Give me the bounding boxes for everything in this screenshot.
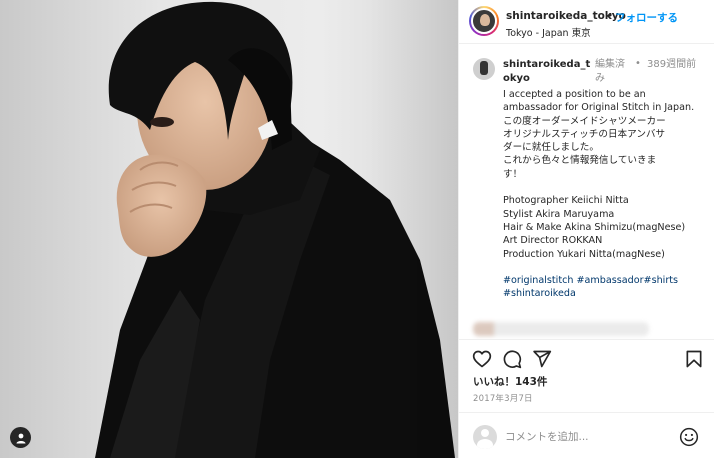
caption-avatar[interactable]	[473, 58, 495, 80]
caption-line: I accepted a position to be an	[503, 89, 646, 100]
header-separator: •	[607, 10, 614, 22]
emoji-icon[interactable]	[679, 427, 699, 447]
hashtag-link[interactable]: #ambassador	[577, 275, 644, 286]
blurred-comment	[473, 322, 649, 336]
comment-button[interactable]	[501, 348, 523, 370]
save-button[interactable]	[683, 348, 705, 370]
share-icon	[533, 350, 552, 368]
credit-line: Production Yukari Nitta(magNese)	[503, 248, 665, 260]
caption-line: ダーに就任しました。	[503, 142, 599, 154]
post-header: shintaroikeda_tokyo • フォローする Tokyo - Jap…	[459, 0, 714, 44]
photo-shade	[368, 0, 458, 458]
person-icon	[16, 433, 25, 443]
comment-bar	[459, 412, 714, 458]
follow-button[interactable]: フォローする	[615, 10, 678, 25]
caption-line: ambassador for Original Stitch in Japan.	[503, 102, 695, 114]
caption-line: す！	[503, 168, 523, 180]
hashtag-row: #originalstitch #ambassador#shirts	[503, 274, 703, 287]
caption-line: これから色々と情報発信していきま	[503, 155, 657, 167]
caption-line: この度オーダーメイドシャツメーカー	[503, 115, 666, 127]
comments-area[interactable]: shintaroikeda_tokyo 編集済み • 389週間前 I acce…	[459, 44, 714, 339]
caption-username[interactable]: shintaroikeda_tokyo	[503, 58, 595, 86]
credit-line: Art Director ROKKAN	[503, 235, 603, 247]
header-avatar[interactable]	[469, 6, 499, 36]
post-sidebar: shintaroikeda_tokyo • フォローする Tokyo - Jap…	[458, 0, 714, 458]
post-actions: いいね！143件 2017年3月7日	[459, 339, 714, 458]
caption-time[interactable]: 389週間前	[647, 58, 705, 72]
person-tag-button[interactable]	[10, 427, 31, 448]
post-photo[interactable]	[0, 0, 458, 458]
comment-input[interactable]	[505, 427, 665, 447]
credit-line: Stylist Akira Maruyama	[503, 208, 615, 220]
post-date[interactable]: 2017年3月7日	[473, 392, 533, 404]
comment-icon	[503, 350, 522, 369]
heart-icon	[472, 350, 492, 368]
caption-text: I accepted a position to be an ambassado…	[503, 88, 703, 301]
like-button[interactable]	[471, 348, 493, 370]
hashtag-link[interactable]: #originalstitch	[503, 275, 573, 286]
hashtag-row: #shintaroikeda	[503, 287, 703, 300]
credit-line: Hair & Make Akina Shimizu(magNese)	[503, 221, 686, 233]
caption-edited-label: 編集済み	[595, 59, 625, 84]
hashtag-link[interactable]: #shirts	[644, 275, 679, 286]
credit-line: Photographer Keiichi Nitta	[503, 195, 629, 207]
bookmark-icon	[686, 350, 702, 368]
share-button[interactable]	[531, 348, 553, 370]
caption-separator: •	[635, 58, 641, 69]
likes-count[interactable]: いいね！143件	[473, 374, 547, 389]
hashtag-link[interactable]: #shintaroikeda	[503, 288, 576, 299]
location-link[interactable]: Tokyo - Japan 東京	[506, 25, 591, 39]
caption-line: オリジナルスティッチの日本アンバサ	[503, 128, 666, 140]
viewer-avatar	[473, 425, 497, 449]
